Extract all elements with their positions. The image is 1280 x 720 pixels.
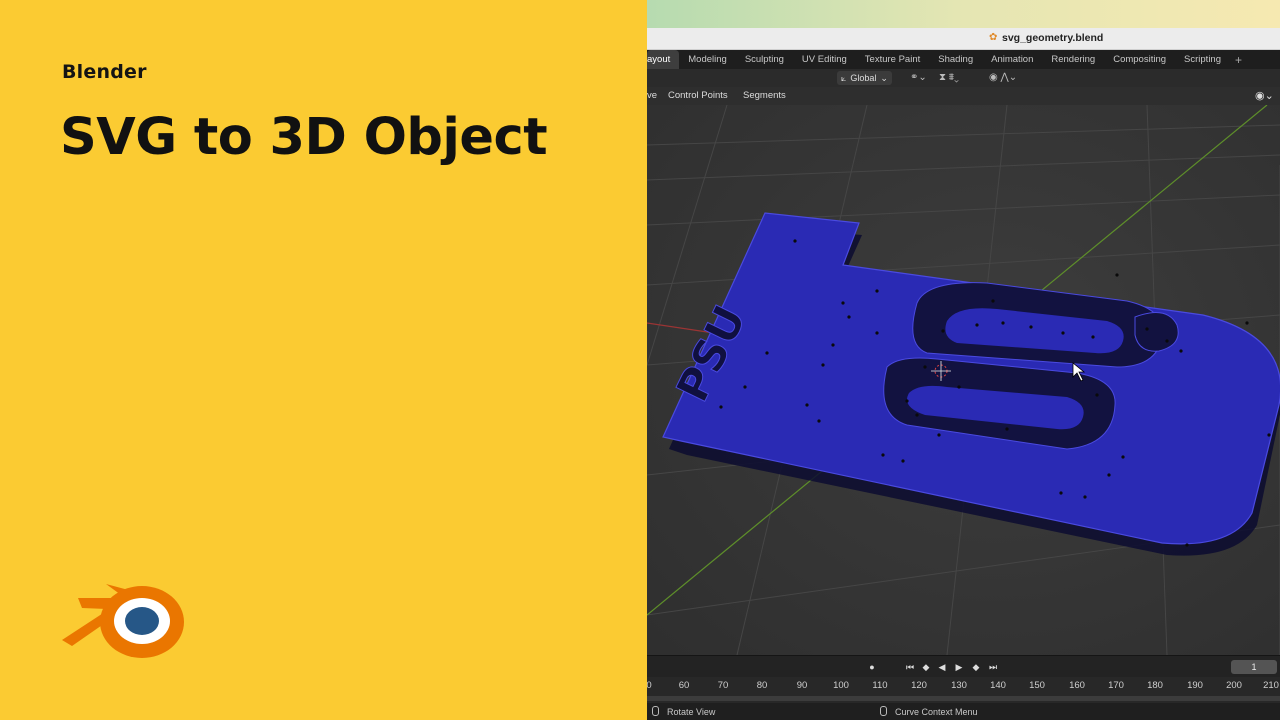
3d-viewport[interactable]: PSU [647,105,1280,655]
tab-shading[interactable]: Shading [929,50,982,69]
desktop-background [647,0,1280,28]
status-rotate-view: Rotate View [652,706,715,717]
menu-segments[interactable]: Segments [743,90,786,101]
tab-texture-paint[interactable]: Texture Paint [856,50,929,69]
tick-label: 80 [756,680,768,691]
tick-label: 0 [647,680,652,691]
tick-label: 130 [951,680,967,691]
cutout-hook [1134,312,1179,352]
tab-rendering[interactable]: Rendering [1042,50,1104,69]
tick-label: 200 [1226,680,1242,691]
jump-end-icon[interactable]: ⏭ [986,660,1000,674]
timeline-scrollbar[interactable] [647,696,1280,701]
tab-animation[interactable]: Animation [982,50,1042,69]
tab-layout[interactable]: ayout [647,50,680,69]
blender-logo [62,584,184,658]
orientation-icon: ⟀ [841,73,847,83]
status-right-label: Curve Context Menu [895,707,978,717]
tick-label: 150 [1029,680,1045,691]
thumbnail-title: SVG to 3D Object [60,108,548,167]
mouse-icon [652,706,659,716]
current-frame-field[interactable]: 1 [1231,660,1277,674]
jump-start-icon[interactable]: ⏮ [903,660,917,674]
tick-label: 140 [990,680,1006,691]
tick-label: 170 [1108,680,1124,691]
status-left-label: Rotate View [667,707,716,717]
timeline-ruler[interactable]: 0 60 70 80 90 100 110 120 130 140 150 16… [647,677,1280,703]
menu-curve[interactable]: ve [647,90,657,101]
record-icon[interactable]: ● [865,660,879,674]
blend-file-icon: ✿ [989,32,998,43]
tick-label: 100 [833,680,849,691]
prev-keyframe-icon[interactable]: ◆ [919,660,933,674]
add-workspace-button[interactable]: + [1230,53,1247,67]
thumbnail-panel: Blender SVG to 3D Object [0,0,647,720]
play-reverse-icon[interactable]: ◀ [935,660,949,674]
tick-label: 120 [911,680,927,691]
orientation-dropdown[interactable]: ⟀ Global ⌄ [837,71,892,85]
tick-label: 180 [1147,680,1163,691]
tab-scripting[interactable]: Scripting [1175,50,1230,69]
mouse-icon [880,706,887,716]
tab-modeling[interactable]: Modeling [679,50,736,69]
tool-header: ⟀ Global ⌄ ⚭⌄ ⧗ ⩩⌄ ◉ ⋀⌄ [647,69,1280,87]
next-keyframe-icon[interactable]: ◆ [969,660,983,674]
window-titlebar: ✿ svg_geometry.blend [647,28,1280,50]
orientation-label: Global [850,73,877,83]
tick-label: 210 [1263,680,1279,691]
proportional-edit-icon[interactable]: ◉ ⋀⌄ [989,71,1017,85]
play-icon[interactable]: ▶ [952,660,966,674]
status-curve-menu: Curve Context Menu [880,706,978,717]
statusbar: Rotate View Curve Context Menu [647,703,1280,720]
snap-icon[interactable]: ⧗ ⩩⌄ [939,71,959,85]
menu-control-points[interactable]: Control Points [668,90,728,101]
timeline-header: ● ⏮ ◆ ◀ ▶ ◆ ⏭ 1 [647,655,1280,677]
window-title: svg_geometry.blend [1002,32,1104,44]
brand-label: Blender [62,61,147,83]
chevron-down-icon: ⌄ [880,73,888,83]
tick-label: 160 [1069,680,1085,691]
visibility-eye-icon[interactable]: ◉⌄ [1255,89,1274,102]
viewport-header: ve Control Points Segments ◉⌄ [647,87,1280,105]
viewport-scene: PSU [647,105,1280,655]
tick-label: 70 [717,680,729,691]
tick-label: 190 [1187,680,1203,691]
pivot-point-icon[interactable]: ⚭⌄ [910,71,927,85]
workspace-tabs: ayout Modeling Sculpting UV Editing Text… [647,50,1280,69]
tick-label: 60 [678,680,690,691]
tick-label: 110 [872,680,888,691]
blender-window: ✿ svg_geometry.blend ayout Modeling Scul… [647,0,1280,720]
tab-compositing[interactable]: Compositing [1104,50,1175,69]
tab-uv-editing[interactable]: UV Editing [793,50,856,69]
tab-sculpting[interactable]: Sculpting [736,50,793,69]
tick-label: 90 [796,680,808,691]
